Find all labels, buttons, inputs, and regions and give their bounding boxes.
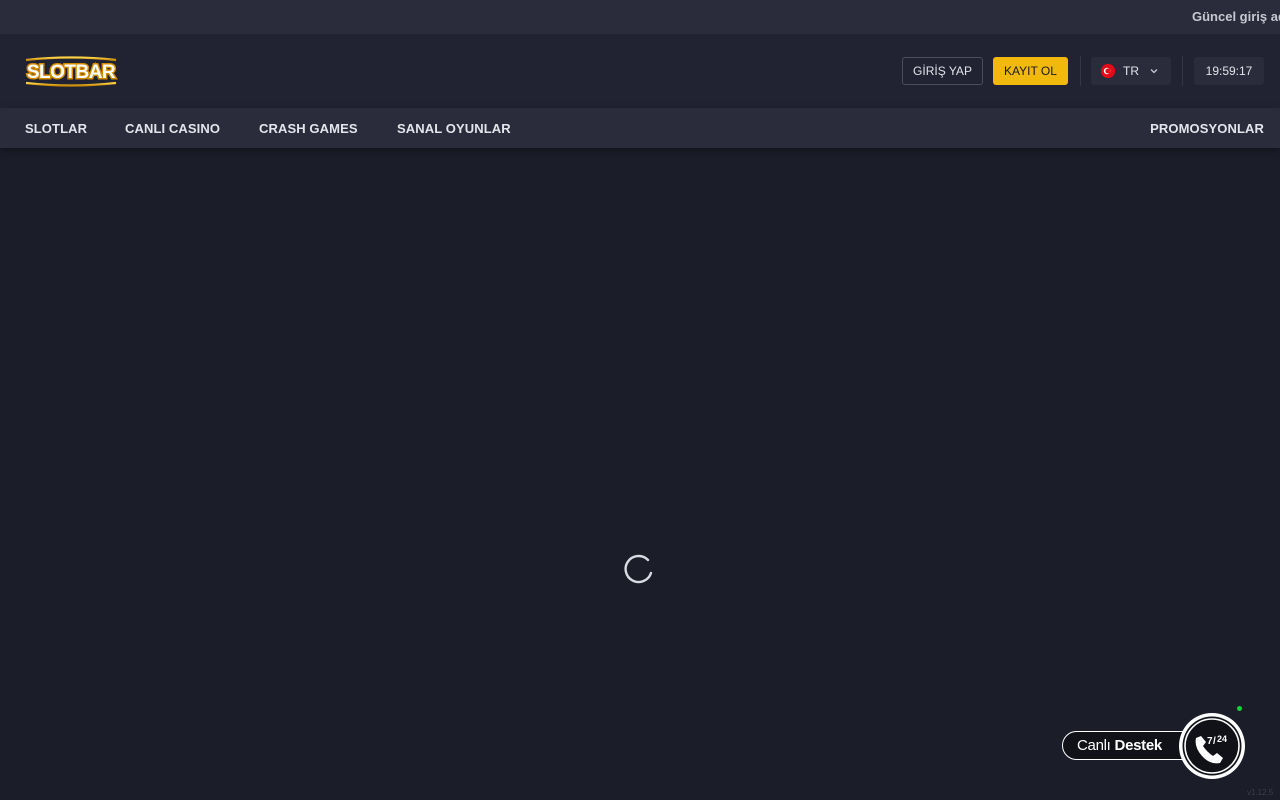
support-phone-button[interactable]: 7 / 24 [1177, 711, 1247, 781]
chevron-down-icon [1149, 66, 1159, 76]
clock-display: 19:59:17 [1194, 57, 1264, 85]
nav-item-promosyonlar[interactable]: PROMOSYONLAR [1150, 121, 1264, 136]
online-status-indicator [1237, 706, 1242, 711]
language-selector[interactable]: TR [1091, 57, 1171, 85]
turkey-flag-icon [1101, 64, 1115, 78]
nav-item-crash-games[interactable]: CRASH GAMES [259, 121, 358, 136]
announcement-ticker: Güncel giriş ad [0, 0, 1280, 34]
live-support-widget[interactable]: Canlı Destek 7 / 24 [1062, 706, 1250, 784]
logo-graphic: SLOTBAR SLOTBAR [25, 56, 118, 87]
live-support-label-light: Canlı [1077, 737, 1111, 754]
live-support-label[interactable]: Canlı Destek [1062, 731, 1194, 760]
site-header: SLOTBAR SLOTBAR GİRİŞ YAP KAYIT OL TR 19… [0, 34, 1280, 108]
loading-spinner-icon [623, 552, 655, 584]
badge-bottom-text: 24 [1217, 734, 1227, 744]
header-divider [1080, 56, 1081, 86]
language-code: TR [1123, 64, 1139, 78]
logo-text: SLOTBAR [27, 62, 116, 83]
live-support-label-bold: Destek [1114, 737, 1163, 754]
main-navigation: SLOTLAR CANLI CASINO CRASH GAMES SANAL O… [0, 108, 1280, 148]
phone-24-7-icon: 7 / 24 [1179, 713, 1245, 779]
header-divider [1182, 56, 1183, 86]
register-button[interactable]: KAYIT OL [993, 57, 1068, 85]
ticker-text: Güncel giriş ad [1192, 9, 1280, 24]
login-button[interactable]: GİRİŞ YAP [902, 57, 983, 85]
svg-text:/: / [1213, 736, 1216, 747]
nav-item-canli-casino[interactable]: CANLI CASINO [125, 121, 220, 136]
slotbar-logo[interactable]: SLOTBAR SLOTBAR [22, 53, 120, 89]
nav-item-sanal-oyunlar[interactable]: SANAL OYUNLAR [397, 121, 511, 136]
nav-item-slotlar[interactable]: SLOTLAR [25, 121, 87, 136]
version-label: v1.12.5 [1247, 788, 1274, 797]
